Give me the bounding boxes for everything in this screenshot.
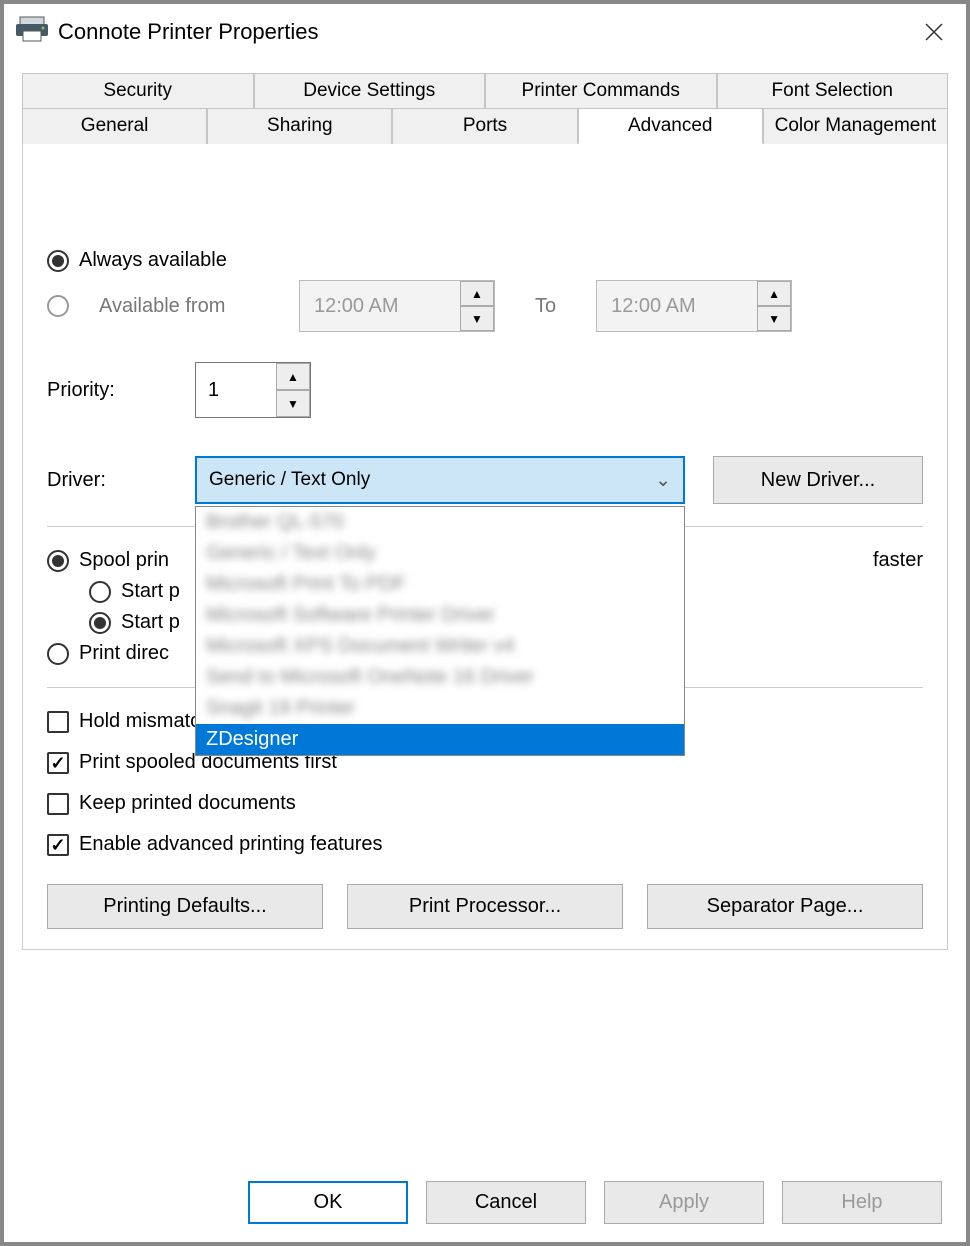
- spool-radio[interactable]: [47, 550, 69, 572]
- from-time-down: ▼: [460, 306, 494, 331]
- tab-printer-commands[interactable]: Printer Commands: [485, 73, 717, 108]
- driver-option-blurred[interactable]: Microsoft Software Printer Driver: [196, 600, 684, 631]
- new-driver-button[interactable]: New Driver...: [713, 456, 923, 504]
- help-button: Help: [782, 1181, 942, 1224]
- priority-input[interactable]: [196, 363, 276, 417]
- driver-combo[interactable]: Generic / Text Only ⌄ Brother QL-570 Gen…: [195, 456, 685, 504]
- apply-button: Apply: [604, 1181, 764, 1224]
- available-from-radio[interactable]: [47, 295, 69, 317]
- driver-option-blurred[interactable]: Brother QL-570: [196, 507, 684, 538]
- from-time-input: [300, 281, 460, 331]
- available-from-label: Available from: [99, 295, 279, 318]
- ok-button[interactable]: OK: [248, 1181, 408, 1224]
- window-title: Connote Printer Properties: [58, 19, 318, 45]
- driver-option-blurred[interactable]: Send to Microsoft OneNote 16 Driver: [196, 662, 684, 693]
- tab-font-selection[interactable]: Font Selection: [717, 73, 949, 108]
- priority-label: Priority:: [47, 379, 167, 402]
- driver-option-zdesigner[interactable]: ZDesigner: [196, 724, 684, 755]
- tab-security[interactable]: Security: [22, 73, 254, 108]
- start-after-last-label: Start p: [121, 580, 180, 603]
- keep-printed-check[interactable]: [47, 793, 69, 815]
- advanced-features-label: Enable advanced printing features: [79, 833, 383, 856]
- spool-label-suffix: faster: [833, 549, 923, 572]
- to-label: To: [515, 295, 576, 318]
- to-time-field: ▲ ▼: [596, 280, 792, 332]
- driver-option-blurred[interactable]: Snagit 19 Printer: [196, 693, 684, 724]
- keep-printed-label: Keep printed documents: [79, 792, 296, 815]
- driver-option-blurred[interactable]: Microsoft XPS Document Writer v4: [196, 631, 684, 662]
- driver-dropdown: Brother QL-570 Generic / Text Only Micro…: [195, 506, 685, 756]
- print-processor-button[interactable]: Print Processor...: [347, 884, 623, 929]
- priority-down[interactable]: ▼: [276, 390, 310, 417]
- close-button[interactable]: [914, 12, 954, 52]
- printer-icon: [16, 15, 48, 49]
- separator-page-button[interactable]: Separator Page...: [647, 884, 923, 929]
- printing-defaults-button[interactable]: Printing Defaults...: [47, 884, 323, 929]
- titlebar: Connote Printer Properties: [4, 4, 966, 60]
- to-time-down: ▼: [757, 306, 791, 331]
- to-time-up: ▲: [757, 281, 791, 306]
- start-immediately-label: Start p: [121, 611, 180, 634]
- priority-field[interactable]: ▲ ▼: [195, 362, 311, 418]
- always-available-label: Always available: [79, 249, 227, 272]
- dialog-footer: OK Cancel Apply Help: [4, 1163, 966, 1242]
- priority-up[interactable]: ▲: [276, 363, 310, 390]
- driver-option-blurred[interactable]: Microsoft Print To PDF: [196, 569, 684, 600]
- chevron-down-icon: ⌄: [655, 469, 671, 492]
- tab-advanced[interactable]: Advanced: [578, 108, 763, 144]
- hold-mismatched-check[interactable]: [47, 711, 69, 733]
- advanced-tab-content: Always available Available from ▲ ▼ To ▲: [23, 213, 947, 949]
- driver-option-blurred[interactable]: Generic / Text Only: [196, 538, 684, 569]
- tab-device-settings[interactable]: Device Settings: [254, 73, 486, 108]
- tab-sharing[interactable]: Sharing: [207, 108, 392, 144]
- from-time-up: ▲: [460, 281, 494, 306]
- print-directly-radio[interactable]: [47, 643, 69, 665]
- spool-label-prefix: Spool prin: [79, 549, 169, 572]
- tab-ports[interactable]: Ports: [392, 108, 577, 144]
- driver-label: Driver:: [47, 469, 167, 492]
- advanced-features-check[interactable]: [47, 834, 69, 856]
- driver-selected: Generic / Text Only: [209, 469, 370, 491]
- to-time-input: [597, 281, 757, 331]
- start-after-last-radio[interactable]: [89, 581, 111, 603]
- from-time-field: ▲ ▼: [299, 280, 495, 332]
- spooled-first-check[interactable]: [47, 752, 69, 774]
- tab-general[interactable]: General: [22, 108, 207, 144]
- tab-color-management[interactable]: Color Management: [763, 108, 948, 144]
- cancel-button[interactable]: Cancel: [426, 1181, 586, 1224]
- close-icon: [925, 23, 943, 41]
- always-available-radio[interactable]: [47, 250, 69, 272]
- tabstrip: Security Device Settings Printer Command…: [22, 73, 948, 144]
- start-immediately-radio[interactable]: [89, 612, 111, 634]
- tabs-container: Security Device Settings Printer Command…: [22, 142, 948, 950]
- print-directly-label: Print direc: [79, 642, 169, 665]
